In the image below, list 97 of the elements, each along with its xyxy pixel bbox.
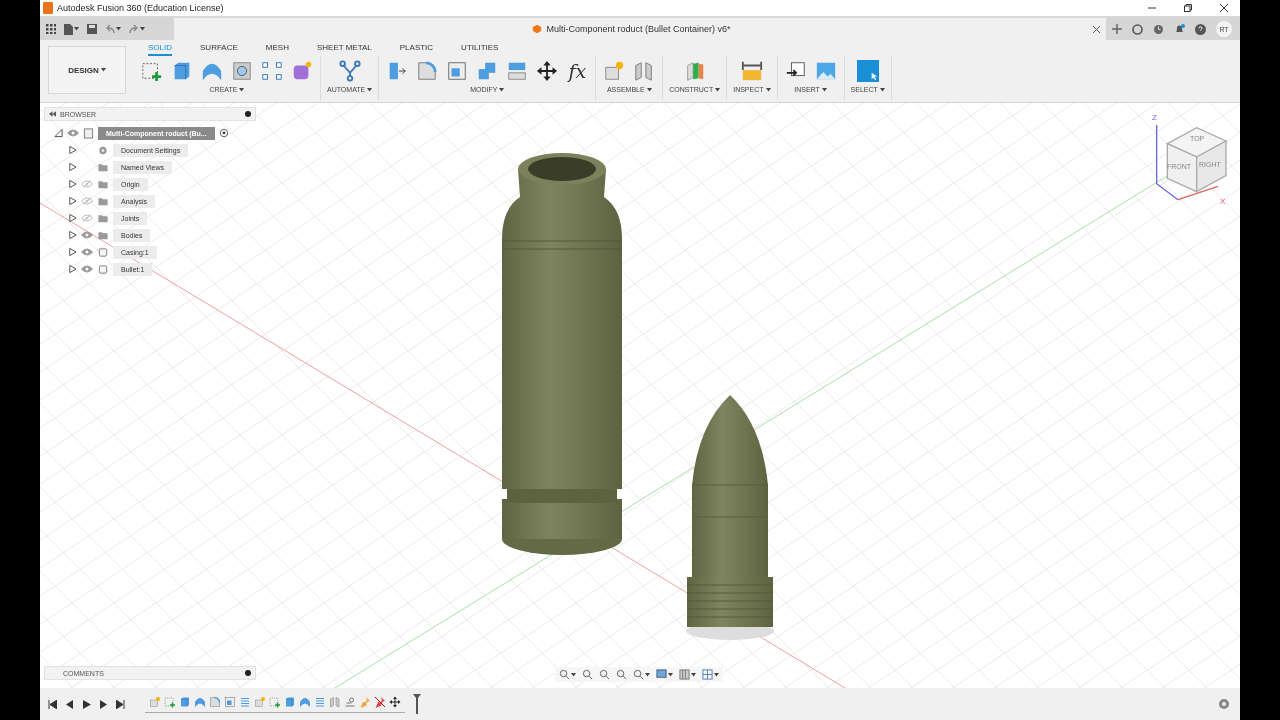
add-comment-icon — [245, 670, 251, 676]
caret-icon — [239, 87, 245, 92]
document-cube-icon — [532, 24, 543, 34]
caret-icon — [645, 672, 650, 677]
eye-icon[interactable] — [81, 247, 93, 257]
caret-icon — [140, 27, 145, 31]
apps-button[interactable] — [46, 24, 56, 34]
caret-icon — [646, 87, 652, 92]
file-button[interactable] — [64, 23, 79, 35]
window-title: Autodesk Fusion 360 (Education License) — [57, 3, 225, 13]
component-icon — [97, 263, 109, 275]
job-status-button[interactable] — [1153, 23, 1164, 35]
unpin-icon — [374, 695, 386, 708]
revolve-icon — [194, 695, 206, 708]
caret-icon — [715, 87, 721, 92]
workspace-dropdown[interactable]: DESIGN — [48, 46, 126, 94]
notifications-button[interactable] — [1174, 23, 1185, 35]
minimize-button[interactable] — [1148, 4, 1156, 12]
caret-icon — [116, 27, 121, 31]
folder-icon — [97, 161, 109, 173]
pattern-button[interactable] — [260, 59, 284, 83]
grid-button[interactable] — [679, 669, 696, 680]
folder-icon — [97, 229, 109, 241]
fit-button[interactable] — [633, 669, 650, 680]
thread-icon — [239, 695, 251, 708]
revolve-icon — [299, 695, 311, 708]
close-button[interactable] — [1220, 4, 1228, 12]
fillet-button[interactable] — [415, 59, 440, 83]
ruler-button[interactable] — [739, 59, 764, 83]
caret-icon — [691, 672, 696, 677]
restore-button[interactable] — [1184, 4, 1192, 12]
next-button[interactable] — [99, 699, 108, 709]
caret-icon — [571, 672, 576, 677]
folder-icon — [97, 195, 109, 207]
ribbon-tab[interactable]: SURFACE — [200, 43, 238, 56]
fillet-icon — [209, 695, 221, 708]
sketch-icon — [164, 695, 176, 708]
caret-icon — [879, 87, 885, 92]
x-axis-label: X — [1220, 197, 1226, 206]
ribbon-tab[interactable]: MESH — [265, 43, 289, 56]
gear-icon — [97, 144, 109, 156]
as-built-joint-icon — [344, 695, 356, 708]
pin-dot-icon — [245, 111, 251, 117]
eye-icon[interactable] — [67, 128, 79, 138]
timeline-marker-icon — [413, 694, 421, 714]
activate-radio-icon[interactable] — [218, 128, 229, 138]
expanded-arrow-icon[interactable] — [54, 128, 63, 138]
thread-icon — [314, 695, 326, 708]
new-tab-button[interactable] — [1112, 24, 1122, 34]
component-icon — [254, 695, 266, 708]
caret-icon — [100, 68, 106, 72]
display-button[interactable] — [656, 669, 673, 680]
previous-button[interactable] — [65, 699, 74, 709]
save-button[interactable] — [87, 24, 97, 34]
cube-icon — [179, 695, 191, 708]
extensions-button[interactable] — [1132, 23, 1143, 35]
viewports-button[interactable] — [702, 669, 719, 680]
caret-icon — [367, 87, 373, 92]
component-icon — [149, 695, 161, 708]
redo-button[interactable] — [129, 25, 145, 33]
select-button[interactable] — [855, 59, 880, 83]
document-tab-title[interactable]: Multi-Component roduct (Bullet Container) v6* — [546, 24, 731, 34]
ribbon-tab[interactable]: PLASTIC — [399, 43, 434, 56]
shell-icon — [224, 695, 236, 708]
play-button[interactable] — [82, 699, 91, 709]
caret-icon — [499, 87, 505, 92]
ribbon-tab[interactable]: UTILITIES — [461, 43, 499, 56]
pin-icon — [359, 695, 371, 708]
eye-icon[interactable] — [81, 264, 93, 274]
undo-button[interactable] — [105, 25, 121, 33]
caret-icon — [668, 672, 673, 677]
eye-icon[interactable] — [81, 230, 93, 240]
hole-button[interactable] — [230, 59, 254, 83]
first-button[interactable] — [48, 699, 57, 709]
settings-button[interactable] — [1218, 698, 1230, 710]
folder-icon — [97, 212, 109, 224]
caret-icon — [765, 87, 771, 92]
caret-icon — [714, 672, 719, 677]
z-axis-label: Z — [1152, 113, 1157, 122]
caret-icon — [821, 87, 827, 92]
parameters-button[interactable]: fx — [565, 59, 590, 83]
sketch-icon — [269, 695, 281, 708]
joint-icon — [329, 695, 341, 708]
move-icon — [389, 695, 401, 708]
close-tab-button[interactable] — [1093, 25, 1100, 33]
app-logo-icon — [43, 2, 53, 14]
last-button[interactable] — [116, 699, 125, 709]
cube-icon — [284, 695, 296, 708]
caret-icon — [74, 27, 79, 31]
ribbon-tab[interactable]: SHEET METAL — [316, 43, 372, 56]
help-button[interactable] — [1195, 23, 1206, 35]
component-icon — [97, 246, 109, 258]
collapse-icon — [49, 111, 56, 117]
zoom-button[interactable] — [616, 669, 627, 680]
folder-icon — [97, 178, 109, 190]
branch-button[interactable] — [337, 59, 362, 83]
document-icon — [83, 127, 94, 139]
